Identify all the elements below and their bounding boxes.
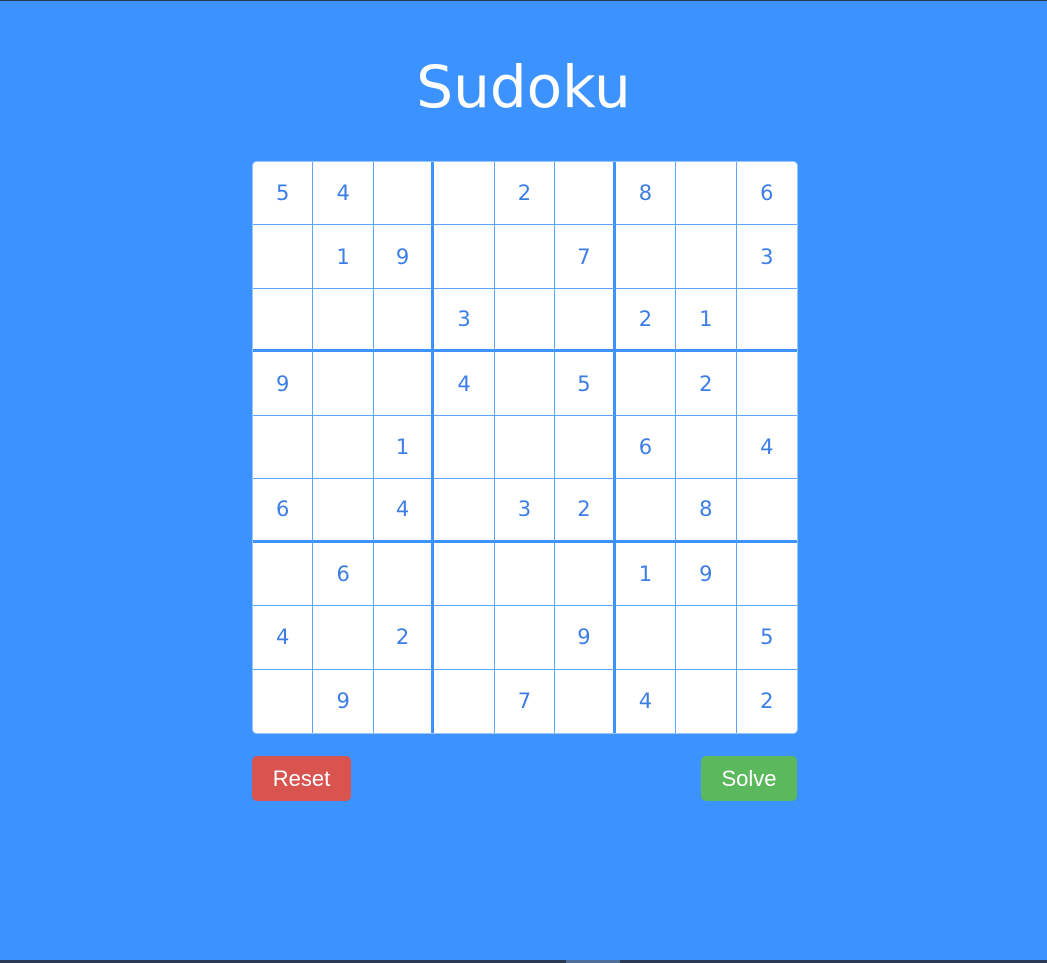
sudoku-cell-r6-c4[interactable] xyxy=(434,479,495,543)
sudoku-cell-r1-c5[interactable]: 2 xyxy=(494,162,556,226)
sudoku-cell-r8-c9[interactable]: 5 xyxy=(736,606,797,670)
sudoku-cell-r2-c1[interactable] xyxy=(253,225,314,289)
sudoku-cell-r7-c3[interactable] xyxy=(373,542,435,607)
sudoku-cell-r3-c4[interactable]: 3 xyxy=(434,288,495,353)
sudoku-cell-r2-c4[interactable] xyxy=(434,225,495,289)
sudoku-cell-r1-c4[interactable] xyxy=(434,162,495,226)
sudoku-cell-r4-c5[interactable] xyxy=(494,352,556,416)
sudoku-cell-r8-c1[interactable]: 4 xyxy=(253,606,314,670)
reset-button[interactable]: Reset xyxy=(252,756,351,801)
sudoku-cell-r7-c9[interactable] xyxy=(736,542,797,607)
sudoku-cell-r4-c4[interactable]: 4 xyxy=(434,352,495,416)
sudoku-cell-r7-c6[interactable] xyxy=(555,542,616,607)
sudoku-cell-r6-c7[interactable] xyxy=(615,479,677,543)
sudoku-board: 54286197332194521646432861942959742 xyxy=(252,161,798,734)
page-title: Sudoku xyxy=(416,53,631,121)
sudoku-cell-r4-c7[interactable] xyxy=(615,352,677,416)
sudoku-cell-r9-c8[interactable] xyxy=(676,669,737,733)
sudoku-cell-r7-c2[interactable]: 6 xyxy=(313,542,374,607)
sudoku-cell-r9-c7[interactable]: 4 xyxy=(615,669,677,733)
sudoku-cell-r9-c3[interactable] xyxy=(373,669,435,733)
sudoku-cell-r9-c4[interactable] xyxy=(434,669,495,733)
sudoku-cell-r9-c6[interactable] xyxy=(555,669,616,733)
sudoku-cell-r8-c6[interactable]: 9 xyxy=(555,606,616,670)
sudoku-cell-r7-c7[interactable]: 1 xyxy=(615,542,677,607)
sudoku-cell-r6-c5[interactable]: 3 xyxy=(494,479,556,543)
window-top-border xyxy=(0,0,1047,1)
sudoku-cell-r2-c3[interactable]: 9 xyxy=(373,225,435,289)
sudoku-cell-r5-c8[interactable] xyxy=(676,415,737,480)
sudoku-cell-r3-c9[interactable] xyxy=(736,288,797,353)
sudoku-cell-r2-c6[interactable]: 7 xyxy=(555,225,616,289)
sudoku-cell-r8-c5[interactable] xyxy=(494,606,556,670)
sudoku-cell-r1-c6[interactable] xyxy=(555,162,616,226)
sudoku-cell-r3-c2[interactable] xyxy=(313,288,374,353)
sudoku-cell-r2-c2[interactable]: 1 xyxy=(313,225,374,289)
sudoku-cell-r1-c2[interactable]: 4 xyxy=(313,162,374,226)
sudoku-cell-r8-c8[interactable] xyxy=(676,606,737,670)
sudoku-cell-r6-c9[interactable] xyxy=(736,479,797,543)
sudoku-cell-r8-c7[interactable] xyxy=(615,606,677,670)
sudoku-cell-r3-c1[interactable] xyxy=(253,288,314,353)
sudoku-cell-r6-c6[interactable]: 2 xyxy=(555,479,616,543)
sudoku-cell-r2-c9[interactable]: 3 xyxy=(736,225,797,289)
sudoku-cell-r3-c5[interactable] xyxy=(494,288,556,353)
sudoku-cell-r5-c3[interactable]: 1 xyxy=(373,415,435,480)
sudoku-cell-r4-c1[interactable]: 9 xyxy=(253,352,314,416)
sudoku-cell-r2-c5[interactable] xyxy=(494,225,556,289)
sudoku-cell-r5-c6[interactable] xyxy=(555,415,616,480)
sudoku-cell-r9-c9[interactable]: 2 xyxy=(736,669,797,733)
sudoku-cell-r1-c9[interactable]: 6 xyxy=(736,162,797,226)
sudoku-grid: 54286197332194521646432861942959742 xyxy=(253,162,797,733)
sudoku-cell-r3-c6[interactable] xyxy=(555,288,616,353)
sudoku-cell-r9-c1[interactable] xyxy=(253,669,314,733)
sudoku-cell-r1-c3[interactable] xyxy=(373,162,435,226)
sudoku-cell-r6-c2[interactable] xyxy=(313,479,374,543)
sudoku-cell-r4-c8[interactable]: 2 xyxy=(676,352,737,416)
sudoku-cell-r3-c7[interactable]: 2 xyxy=(615,288,677,353)
sudoku-cell-r5-c9[interactable]: 4 xyxy=(736,415,797,480)
sudoku-cell-r4-c6[interactable]: 5 xyxy=(555,352,616,416)
sudoku-cell-r7-c1[interactable] xyxy=(253,542,314,607)
sudoku-cell-r3-c3[interactable] xyxy=(373,288,435,353)
sudoku-cell-r4-c2[interactable] xyxy=(313,352,374,416)
sudoku-cell-r8-c3[interactable]: 2 xyxy=(373,606,435,670)
sudoku-cell-r2-c7[interactable] xyxy=(615,225,677,289)
sudoku-cell-r1-c8[interactable] xyxy=(676,162,737,226)
sudoku-cell-r5-c7[interactable]: 6 xyxy=(615,415,677,480)
sudoku-cell-r1-c1[interactable]: 5 xyxy=(253,162,314,226)
sudoku-cell-r6-c8[interactable]: 8 xyxy=(676,479,737,543)
sudoku-cell-r6-c3[interactable]: 4 xyxy=(373,479,435,543)
sudoku-cell-r3-c8[interactable]: 1 xyxy=(676,288,737,353)
sudoku-cell-r4-c3[interactable] xyxy=(373,352,435,416)
sudoku-cell-r7-c4[interactable] xyxy=(434,542,495,607)
sudoku-cell-r9-c5[interactable]: 7 xyxy=(494,669,556,733)
sudoku-cell-r9-c2[interactable]: 9 xyxy=(313,669,374,733)
sudoku-cell-r4-c9[interactable] xyxy=(736,352,797,416)
sudoku-cell-r7-c5[interactable] xyxy=(494,542,556,607)
sudoku-cell-r2-c8[interactable] xyxy=(676,225,737,289)
sudoku-cell-r5-c1[interactable] xyxy=(253,415,314,480)
sudoku-cell-r8-c2[interactable] xyxy=(313,606,374,670)
solve-button[interactable]: Solve xyxy=(701,756,797,801)
sudoku-cell-r1-c7[interactable]: 8 xyxy=(615,162,677,226)
sudoku-cell-r5-c5[interactable] xyxy=(494,415,556,480)
sudoku-cell-r7-c8[interactable]: 9 xyxy=(676,542,737,607)
sudoku-cell-r5-c4[interactable] xyxy=(434,415,495,480)
sudoku-cell-r5-c2[interactable] xyxy=(313,415,374,480)
sudoku-cell-r8-c4[interactable] xyxy=(434,606,495,670)
sudoku-cell-r6-c1[interactable]: 6 xyxy=(253,479,314,543)
